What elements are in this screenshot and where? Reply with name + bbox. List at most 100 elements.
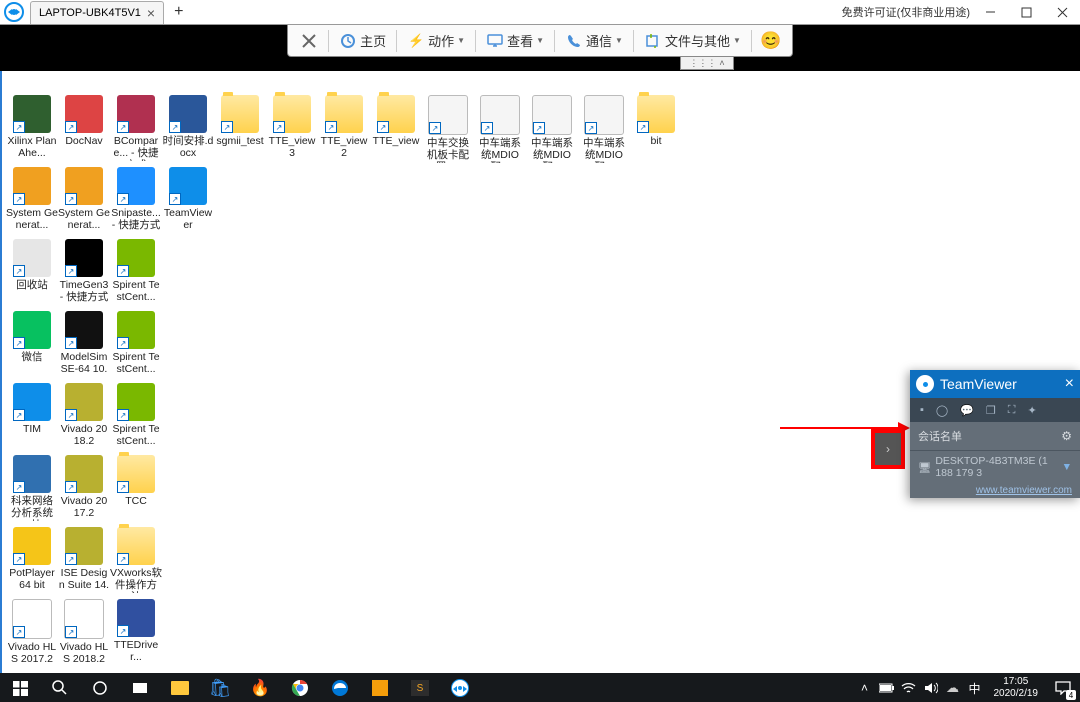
- minimize-button[interactable]: [972, 0, 1008, 24]
- icon-label: 回收站: [6, 279, 58, 291]
- desktop-icon[interactable]: ↗ TTEDriver...: [110, 599, 162, 663]
- desktop-icon[interactable]: ↗中车端系统MDIO配...: [526, 95, 578, 163]
- desktop-icon[interactable]: ↗TTE_view3: [266, 95, 318, 159]
- license-text: 免费许可证(仅非商业用途): [842, 4, 970, 20]
- copy-icon[interactable]: ❐: [986, 404, 996, 417]
- maximize-button[interactable]: [1008, 0, 1044, 24]
- desktop-icon[interactable]: ↗科来网络分析系统 8.0 技...: [6, 455, 58, 521]
- desktop-icon[interactable]: ↗TTE_view: [370, 95, 422, 147]
- close-session-button[interactable]: [296, 30, 322, 52]
- desktop-icon[interactable]: ↗中车端系统MDIO配...: [474, 95, 526, 163]
- tray-chevron-up-icon[interactable]: ˄: [854, 673, 876, 702]
- desktop-icon[interactable]: ↗ModelSim SE-64 10.5: [58, 311, 110, 377]
- desktop-icon[interactable]: ↗中车交换机板卡配置.txt: [422, 95, 474, 163]
- volume-icon[interactable]: [920, 673, 942, 702]
- shortcut-arrow-icon: ↗: [65, 626, 77, 638]
- desktop-icon[interactable]: ↗System Generat...: [6, 167, 58, 231]
- new-tab-button[interactable]: +: [174, 3, 183, 21]
- desktop-icon[interactable]: ↗TTE_view2: [318, 95, 370, 159]
- fullscreen-icon[interactable]: ⛶: [1008, 404, 1016, 417]
- desktop-icon[interactable]: ↗TIM: [6, 383, 58, 435]
- session-tab[interactable]: LAPTOP-UBK4T5V1 ×: [30, 1, 164, 24]
- close-button[interactable]: [1044, 0, 1080, 24]
- icon-label: System Generat...: [58, 207, 110, 231]
- headset-icon[interactable]: ◯: [936, 404, 948, 417]
- icon-label: 时间安排.docx: [162, 135, 214, 159]
- panel-footer: www.teamviewer.com: [910, 483, 1080, 498]
- desktop-icon[interactable]: ↗sgmii_test: [214, 95, 266, 147]
- chevron-down-icon[interactable]: ▼: [1062, 461, 1072, 473]
- toolbar-grip[interactable]: ⋮⋮⋮˄: [680, 57, 734, 70]
- taskbar-app[interactable]: 🔥: [240, 673, 280, 702]
- icon-label: TTEDriver...: [110, 639, 162, 663]
- chevron-down-icon: ▼: [615, 36, 623, 45]
- desktop-icon[interactable]: ↗VXworks软件操作方法: [110, 527, 162, 593]
- view-button[interactable]: 查看 ▼: [482, 29, 548, 52]
- desktop-icon[interactable]: ↗微信: [6, 311, 58, 363]
- close-tab-icon[interactable]: ×: [147, 6, 155, 20]
- ime-indicator[interactable]: 中: [964, 673, 986, 702]
- feedback-button[interactable]: 😊: [758, 30, 784, 52]
- desktop-icon[interactable]: ↗ISE Design Suite 14.6: [58, 527, 110, 593]
- actions-button[interactable]: ⚡ 动作 ▼: [403, 29, 469, 52]
- video-icon[interactable]: ▪: [920, 404, 924, 416]
- home-button[interactable]: 主页: [335, 29, 390, 52]
- gear-icon[interactable]: ⚙: [1061, 429, 1072, 443]
- shortcut-arrow-icon: ↗: [117, 625, 129, 637]
- shortcut-arrow-icon: ↗: [13, 553, 25, 565]
- desktop-icon[interactable]: ↗Xilinx PlanAhe...: [6, 95, 58, 159]
- shortcut-arrow-icon: ↗: [13, 121, 25, 133]
- desktop-icon[interactable]: ↗Snipaste... - 快捷方式: [110, 167, 162, 231]
- desktop-icon[interactable]: ↗Spirent TestCent...: [110, 383, 162, 447]
- taskbar-app[interactable]: [360, 673, 400, 702]
- teamviewer-link[interactable]: www.teamviewer.com: [976, 485, 1072, 496]
- taskbar-app-edge[interactable]: [320, 673, 360, 702]
- search-button[interactable]: [40, 673, 80, 702]
- desktop-icon[interactable]: ↗bit: [630, 95, 682, 147]
- desktop-icon[interactable]: ↗System Generat...: [58, 167, 110, 231]
- taskbar-app[interactable]: S: [400, 673, 440, 702]
- files-button[interactable]: 文件与其他 ▼: [640, 29, 745, 52]
- icon-label: bit: [630, 135, 682, 147]
- wifi-icon[interactable]: [898, 673, 920, 702]
- clock[interactable]: 17:05 2020/2/19: [986, 676, 1047, 700]
- panel-header[interactable]: TeamViewer ×: [910, 370, 1080, 398]
- task-view-button[interactable]: [120, 673, 160, 702]
- desktop-icon[interactable]: ↗Vivado HLS 2017.2: [6, 599, 58, 665]
- desktop-icon[interactable]: ↗BCompare... - 快捷方式: [110, 95, 162, 161]
- communicate-button[interactable]: 通信 ▼: [561, 29, 627, 52]
- chat-icon[interactable]: 💬: [960, 404, 974, 417]
- desktop-icon[interactable]: ↗Vivado HLS 2018.2: [58, 599, 110, 665]
- desktop-icon[interactable]: ↗Vivado 2018.2: [58, 383, 110, 447]
- cortana-button[interactable]: [80, 673, 120, 702]
- desktop-icon[interactable]: ↗Spirent TestCent...: [110, 311, 162, 375]
- shortcut-arrow-icon: ↗: [117, 409, 129, 421]
- icon-label: Vivado 2017.2: [58, 495, 110, 519]
- onedrive-icon[interactable]: ☁: [942, 673, 964, 702]
- files-icon: [644, 32, 662, 50]
- shortcut-arrow-icon: ↗: [325, 121, 337, 133]
- action-center-button[interactable]: 4: [1046, 673, 1080, 702]
- desktop-icon[interactable]: ↗回收站: [6, 239, 58, 291]
- battery-icon[interactable]: [876, 673, 898, 702]
- session-item[interactable]: 🖥 DESKTOP-4B3TM3E (1 188 179 3 ▼: [910, 451, 1080, 483]
- session-list-header[interactable]: 会话名单 ⚙: [910, 422, 1080, 451]
- desktop-icon[interactable]: ↗Vivado 2017.2: [58, 455, 110, 519]
- taskbar-app-chrome[interactable]: [280, 673, 320, 702]
- desktop-icon[interactable]: ↗时间安排.docx: [162, 95, 214, 159]
- desktop-icon[interactable]: ↗TimeGen3 - 快捷方式: [58, 239, 110, 303]
- taskbar-app-store[interactable]: 🛍: [200, 673, 240, 702]
- taskbar-app-explorer[interactable]: [160, 673, 200, 702]
- desktop-icon[interactable]: ↗PotPlayer 64 bit: [6, 527, 58, 591]
- taskbar-app-teamviewer[interactable]: [440, 673, 480, 702]
- panel-close-icon[interactable]: ×: [1065, 375, 1074, 393]
- desktop-icon[interactable]: ↗Spirent TestCent...: [110, 239, 162, 303]
- desktop-icon[interactable]: ↗中车端系统MDIO配...: [578, 95, 630, 163]
- more-icon[interactable]: ✦: [1028, 404, 1037, 417]
- panel-collapse-button[interactable]: ›: [875, 433, 901, 465]
- desktop-icon[interactable]: ↗TeamViewer: [162, 167, 214, 231]
- remote-desktop[interactable]: ↗Xilinx PlanAhe...↗DocNav↗BCompare... - …: [0, 71, 1080, 673]
- start-button[interactable]: [0, 673, 40, 702]
- desktop-icon[interactable]: ↗DocNav: [58, 95, 110, 147]
- desktop-icon[interactable]: ↗TCC: [110, 455, 162, 507]
